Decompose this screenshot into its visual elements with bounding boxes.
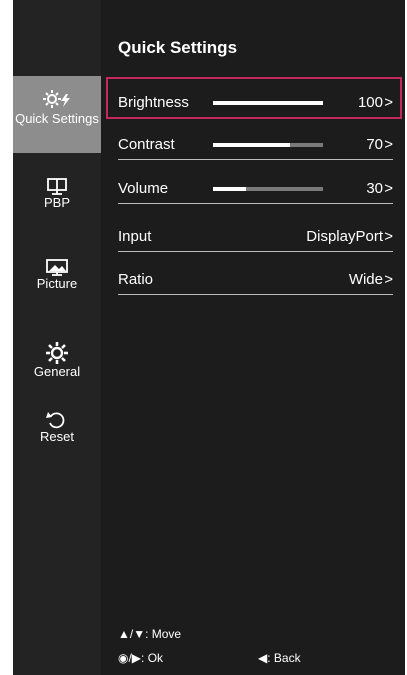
brightness-slider-fill	[213, 101, 323, 105]
chevron-right-icon: >	[384, 228, 393, 245]
input-row[interactable]: Input DisplayPort >	[118, 220, 393, 252]
chevron-right-icon: >	[384, 180, 393, 197]
back-hint-label: : Back	[267, 651, 301, 665]
volume-label: Volume	[118, 180, 169, 197]
contrast-slider[interactable]	[213, 143, 323, 147]
sidebar-item-label: Quick Settings	[15, 111, 99, 126]
sidebar-item-pbp[interactable]: PBP	[13, 178, 101, 218]
ratio-label: Ratio	[118, 271, 154, 288]
sidebar-item-label: Picture	[36, 276, 78, 291]
contrast-value: 70	[366, 136, 383, 153]
sidebar-item-label: PBP	[43, 195, 70, 210]
brightness-row[interactable]: Brightness 100 >	[118, 86, 393, 118]
back-key-icon: ◀	[258, 651, 268, 665]
volume-slider[interactable]	[213, 187, 323, 191]
quick-settings-icon	[43, 90, 70, 108]
ratio-value: Wide	[348, 271, 383, 288]
ok-keys-icon: ◉/▶	[118, 651, 142, 665]
sidebar-item-label: General	[33, 364, 81, 379]
sidebar-item-reset[interactable]: Reset	[13, 410, 101, 448]
contrast-slider-fill	[213, 143, 290, 147]
chevron-right-icon: >	[384, 136, 393, 153]
pbp-icon	[47, 178, 67, 195]
sidebar-item-general[interactable]: General	[13, 341, 101, 385]
main-panel: Quick Settings Brightness 100 > Contrast…	[101, 0, 405, 675]
page-title: Quick Settings	[118, 38, 238, 57]
ok-hint-label: : Ok	[141, 651, 164, 665]
input-label: Input	[118, 228, 152, 245]
input-value: DisplayPort	[306, 228, 383, 245]
picture-icon	[46, 259, 68, 276]
contrast-label: Contrast	[118, 136, 175, 153]
brightness-slider[interactable]	[213, 101, 323, 105]
ok-hint: ◉/▶: Ok	[118, 651, 163, 665]
sidebar-item-picture[interactable]: Picture	[13, 259, 101, 299]
chevron-right-icon: >	[384, 94, 393, 111]
reset-icon	[46, 412, 65, 429]
gear-icon	[46, 342, 68, 364]
chevron-right-icon: >	[384, 271, 393, 288]
sidebar-item-quick-settings[interactable]: Quick Settings	[13, 76, 101, 153]
move-hint-label: : Move	[145, 627, 182, 641]
divider	[118, 159, 393, 160]
divider	[118, 251, 393, 252]
up-down-keys-icon: ▲/▼	[118, 627, 146, 641]
volume-value: 30	[366, 180, 383, 197]
brightness-value: 100	[357, 94, 383, 111]
sidebar: Quick Settings PBP Picture General Reset	[13, 0, 101, 675]
ratio-row[interactable]: Ratio Wide >	[118, 263, 393, 295]
divider	[118, 294, 393, 295]
back-hint: ◀: Back	[258, 651, 301, 665]
brightness-label: Brightness	[118, 94, 189, 111]
volume-row[interactable]: Volume 30 >	[118, 172, 393, 204]
volume-slider-fill	[213, 187, 246, 191]
divider	[118, 203, 393, 204]
move-hint: ▲/▼: Move	[118, 627, 181, 641]
osd-menu: Quick Settings PBP Picture General Reset…	[13, 0, 405, 675]
contrast-row[interactable]: Contrast 70 >	[118, 128, 393, 160]
sidebar-item-label: Reset	[40, 429, 74, 444]
